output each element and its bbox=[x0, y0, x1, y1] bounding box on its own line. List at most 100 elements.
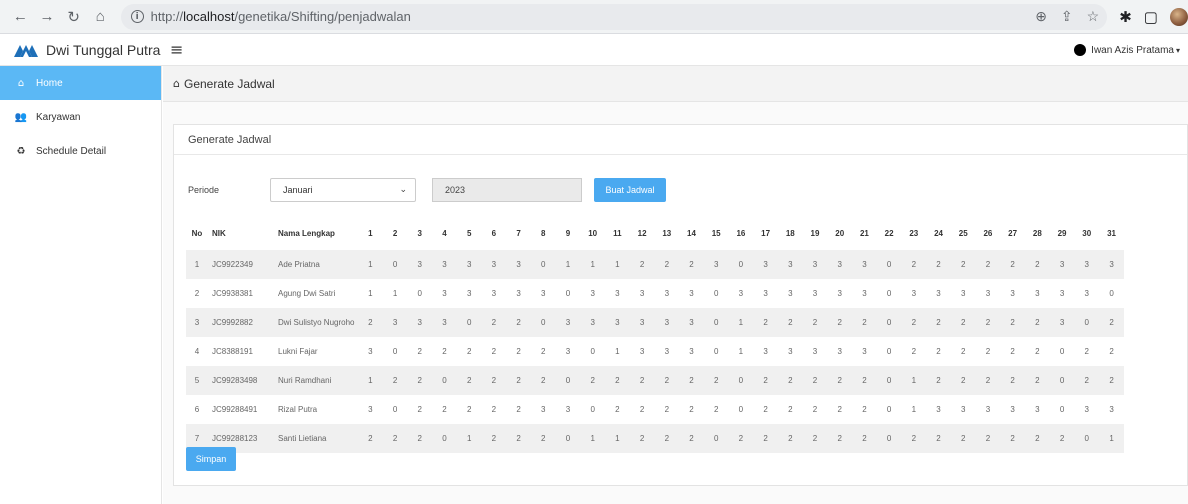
cell-shift: 2 bbox=[605, 395, 630, 424]
hamburger-menu-icon[interactable]: ≡ bbox=[170, 40, 183, 59]
side-panel-icon[interactable]: ▢ bbox=[1144, 8, 1158, 26]
schedule-table: No NIK Nama Lengkap 1 2 3 4 5 6 7 8 9 10 11 12 13 14 1… bbox=[186, 217, 1124, 453]
col-header-day: 30 bbox=[1082, 229, 1092, 238]
recycle-icon: ♻ bbox=[16, 145, 26, 157]
cell-shift: 3 bbox=[753, 337, 778, 366]
cell-shift: 3 bbox=[777, 279, 803, 308]
user-menu[interactable]: Iwan Azis Pratama ▾ bbox=[1074, 34, 1180, 66]
cell-shift: 0 bbox=[1049, 395, 1075, 424]
cell-shift: 2 bbox=[679, 366, 704, 395]
cell-shift: 0 bbox=[382, 395, 408, 424]
cell-shift: 1 bbox=[358, 279, 383, 308]
col-header-day: 13 bbox=[662, 229, 672, 238]
cell-shift: 2 bbox=[506, 337, 531, 366]
cell-shift: 2 bbox=[975, 337, 1001, 366]
cell-shift: 3 bbox=[1049, 279, 1075, 308]
cell-shift: 3 bbox=[481, 250, 507, 279]
cell-shift: 2 bbox=[777, 395, 803, 424]
table-row: 2 JC9938381 Agung Dwi Satri 1 1 0 3 3 3 3 3 0 3 3 3 3 3 0… bbox=[186, 279, 1124, 308]
cell-shift: 2 bbox=[852, 395, 877, 424]
cell-shift: 3 bbox=[456, 279, 482, 308]
cell-nik: JC99283498 bbox=[208, 366, 270, 395]
cell-shift: 3 bbox=[432, 250, 457, 279]
col-header-day: 16 bbox=[736, 229, 746, 238]
cell-shift: 3 bbox=[1024, 395, 1050, 424]
cell-shift: 2 bbox=[1000, 250, 1025, 279]
address-bar[interactable]: i http://localhost/genetika/Shifting/pen… bbox=[120, 3, 1108, 30]
cell-shift: 3 bbox=[975, 395, 1001, 424]
cell-shift: 2 bbox=[506, 424, 531, 453]
month-select[interactable]: Januari ⌄ bbox=[270, 178, 416, 202]
cell-shift: 0 bbox=[1074, 424, 1100, 453]
cell-shift: 3 bbox=[1000, 395, 1025, 424]
cell-shift: 1 bbox=[358, 366, 383, 395]
user-avatar bbox=[1074, 44, 1087, 56]
cell-no: 3 bbox=[186, 308, 208, 337]
zoom-icon[interactable]: ⊕ bbox=[1035, 8, 1047, 25]
share-icon[interactable]: ⇪ bbox=[1061, 8, 1073, 25]
cell-shift: 3 bbox=[605, 308, 630, 337]
sidebar-item-home[interactable]: ⌂ Home bbox=[0, 66, 161, 100]
cell-shift: 2 bbox=[1074, 366, 1100, 395]
cell-shift: 2 bbox=[506, 308, 531, 337]
cell-shift: 2 bbox=[852, 366, 877, 395]
cell-shift: 2 bbox=[777, 424, 803, 453]
brand[interactable]: Dwi Tunggal Putra bbox=[0, 42, 162, 58]
col-header-day: 10 bbox=[588, 229, 598, 238]
cell-shift: 3 bbox=[802, 337, 828, 366]
cell-shift: 3 bbox=[580, 308, 606, 337]
cell-shift: 2 bbox=[975, 424, 1001, 453]
sidebar-item-karyawan[interactable]: 👥 Karyawan bbox=[0, 100, 161, 134]
back-arrow-icon[interactable]: ← bbox=[10, 6, 31, 28]
cell-shift: 3 bbox=[728, 279, 754, 308]
info-icon[interactable]: i bbox=[130, 10, 144, 23]
home-browser-icon[interactable]: ⌂ bbox=[90, 6, 111, 28]
bookmark-star-icon[interactable]: ☆ bbox=[1087, 8, 1100, 25]
cell-shift: 2 bbox=[950, 250, 976, 279]
cell-shift: 3 bbox=[1074, 395, 1100, 424]
col-header-day: 23 bbox=[909, 229, 919, 238]
sidebar-item-label: Home bbox=[36, 77, 63, 89]
cell-shift: 3 bbox=[456, 250, 482, 279]
cell-shift: 1 bbox=[728, 308, 754, 337]
cell-shift: 2 bbox=[654, 424, 680, 453]
reload-icon[interactable]: ↻ bbox=[63, 6, 84, 28]
cell-shift: 1 bbox=[728, 337, 754, 366]
url-scheme: http:// bbox=[150, 9, 184, 24]
table-row: 4 JC8388191 Lukni Fajar 3 0 2 2 2 2 2 2 3 0 1 3 3 3 0 1 3 3 3… bbox=[186, 337, 1124, 366]
sidebar-item-schedule-detail[interactable]: ♻ Schedule Detail bbox=[0, 134, 161, 168]
forward-arrow-icon[interactable]: → bbox=[37, 6, 58, 28]
simpan-button[interactable]: Simpan bbox=[186, 447, 236, 471]
cell-shift: 3 bbox=[679, 308, 704, 337]
app-header: Dwi Tunggal Putra ≡ Iwan Azis Pratama ▾ bbox=[0, 34, 1188, 66]
cell-shift: 2 bbox=[629, 424, 655, 453]
col-header-day: 11 bbox=[613, 229, 622, 238]
brand-logo-icon bbox=[14, 44, 38, 57]
cell-shift: 0 bbox=[876, 308, 902, 337]
cell-shift: 2 bbox=[901, 250, 927, 279]
browser-profile-avatar[interactable] bbox=[1169, 7, 1188, 26]
col-header-day: 21 bbox=[859, 229, 869, 238]
cell-shift: 2 bbox=[950, 366, 976, 395]
col-header-name: Nama Lengkap bbox=[278, 229, 335, 238]
buat-jadwal-button[interactable]: Buat Jadwal bbox=[594, 178, 666, 202]
sidebar-item-label: Schedule Detail bbox=[36, 145, 107, 157]
sidebar-item-label: Karyawan bbox=[36, 111, 81, 123]
extensions-puzzle-icon[interactable]: ✱ bbox=[1119, 8, 1132, 26]
cell-shift: 1 bbox=[358, 250, 383, 279]
cell-shift: 2 bbox=[1099, 308, 1124, 337]
cell-shift: 3 bbox=[950, 395, 976, 424]
cell-shift: 2 bbox=[753, 308, 778, 337]
cell-shift: 3 bbox=[802, 250, 828, 279]
cell-shift: 0 bbox=[1099, 279, 1124, 308]
url-path: /genetika/Shifting/penjadwalan bbox=[234, 9, 411, 24]
cell-name: Rizal Putra bbox=[270, 395, 358, 424]
cell-shift: 1 bbox=[605, 424, 630, 453]
table-row: 5 JC99283498 Nuri Ramdhani 1 2 2 0 2 2 2 2 0 2 2 2 2 2 2 0… bbox=[186, 366, 1124, 395]
cell-shift: 2 bbox=[358, 424, 383, 453]
cell-shift: 2 bbox=[407, 366, 433, 395]
cell-shift: 2 bbox=[679, 424, 704, 453]
generate-panel: Generate Jadwal Periode Januari ⌄ 2023 B… bbox=[173, 124, 1188, 486]
col-header-no: No bbox=[191, 229, 203, 238]
cell-shift: 3 bbox=[852, 250, 877, 279]
